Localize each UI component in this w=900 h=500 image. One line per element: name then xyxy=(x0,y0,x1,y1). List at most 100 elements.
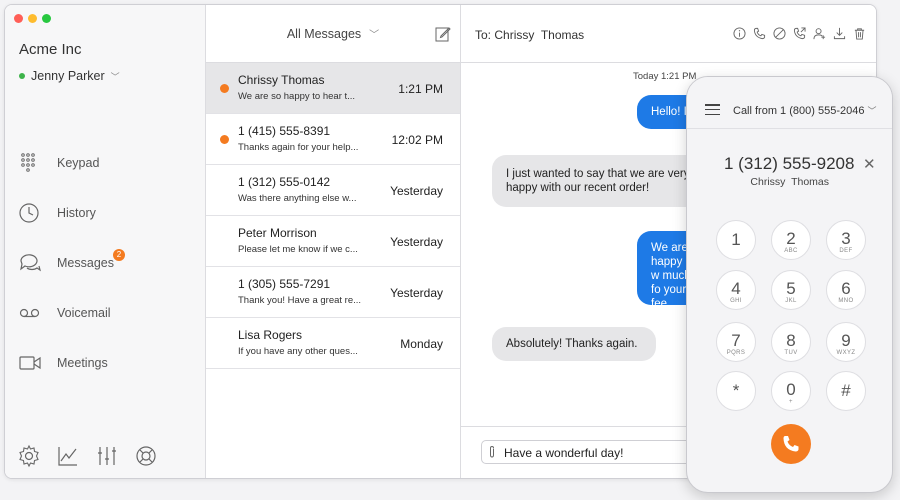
block-icon[interactable] xyxy=(773,27,786,40)
sidebar-item-history[interactable]: History xyxy=(5,193,205,233)
list-item-time: 12:02 PM xyxy=(391,133,443,147)
key-digit: # xyxy=(841,381,851,400)
key-digit: 6 xyxy=(841,279,851,298)
call-button[interactable] xyxy=(771,424,811,464)
call-from-label: Call from 1 (800) 555-2046 xyxy=(733,105,865,117)
filter-label: All Messages xyxy=(286,26,362,41)
add-contact-icon[interactable] xyxy=(813,27,826,40)
settings-icon[interactable] xyxy=(17,444,41,468)
chevron-down-icon: ﹀ xyxy=(867,106,877,116)
key-digit: 4 xyxy=(731,279,741,298)
key-letters: JKL xyxy=(785,298,797,304)
phone-icon xyxy=(783,436,799,452)
incoming-message: Absolutely! Thanks again. xyxy=(492,327,656,361)
key-digit: 1 xyxy=(731,230,741,249)
chevron-down-icon: ﹀ xyxy=(369,30,380,41)
dial-key-8[interactable]: 8 TUV xyxy=(771,322,811,362)
dialer-panel: Call from 1 (800) 555-2046 ﹀ 1 (312) 555… xyxy=(686,76,893,493)
attachment-icon[interactable] xyxy=(487,445,497,459)
video-icon xyxy=(19,356,41,370)
keypad-icon xyxy=(21,153,35,172)
list-item-name: 1 (312) 555-0142 xyxy=(238,175,331,189)
phone-icon[interactable] xyxy=(753,27,766,40)
list-item[interactable]: Lisa Rogers If you have any other ques..… xyxy=(206,318,460,369)
list-item[interactable]: Chrissy Thomas We are so happy to hear t… xyxy=(206,63,460,114)
list-item-name: 1 (305) 555-7291 xyxy=(238,277,331,291)
menu-icon[interactable] xyxy=(705,104,720,118)
dial-key-0[interactable]: 0 + xyxy=(771,371,811,411)
list-item[interactable]: 1 (312) 555-0142 Was there anything else… xyxy=(206,165,460,216)
sidebar: Acme Inc Jenny Parker ﹀ Keypad History M… xyxy=(5,5,206,478)
sidebar-item-voicemail[interactable]: Voicemail xyxy=(5,293,205,333)
trash-icon[interactable] xyxy=(853,27,866,40)
recipient: To: Chrissy Thomas xyxy=(475,28,584,42)
dial-key-7[interactable]: 7 PQRS xyxy=(716,322,756,362)
dial-key-star[interactable]: * xyxy=(716,371,756,411)
key-letters: + xyxy=(789,399,793,405)
dial-key-4[interactable]: 4 GHI xyxy=(716,270,756,310)
dial-key-2[interactable]: 2 ABC xyxy=(771,220,811,260)
call-forward-icon[interactable] xyxy=(793,27,806,40)
list-item-preview: Please let me know if we c... xyxy=(238,244,358,255)
user-status-selector[interactable]: Jenny Parker ﹀ xyxy=(19,69,120,83)
sidebar-item-meetings[interactable]: Meetings xyxy=(5,343,205,383)
list-item-name: Chrissy Thomas xyxy=(238,73,325,87)
equalizer-icon[interactable] xyxy=(95,444,119,468)
window-controls xyxy=(14,14,51,23)
incoming-message: I just wanted to say that we are very ha… xyxy=(492,155,707,207)
list-item-time: Yesterday xyxy=(390,235,443,249)
key-letters: TUV xyxy=(784,350,798,356)
key-letters: WXYZ xyxy=(836,350,856,356)
dial-key-3[interactable]: 3 DEF xyxy=(826,220,866,260)
key-digit: 8 xyxy=(786,331,796,350)
compose-icon[interactable] xyxy=(435,26,451,42)
key-letters: GHI xyxy=(730,298,742,304)
sidebar-item-label: Keypad xyxy=(57,156,100,170)
key-digit: 0 xyxy=(786,380,796,399)
message-filter-dropdown[interactable]: All Messages ﹀ xyxy=(206,5,460,63)
list-item-preview: Thank you! Have a great re... xyxy=(238,295,362,306)
analytics-icon[interactable] xyxy=(56,444,80,468)
user-name: Jenny Parker xyxy=(31,69,105,83)
key-letters: ABC xyxy=(784,248,798,254)
dial-key-hash[interactable]: # xyxy=(826,371,866,411)
dialed-number: 1 (312) 555-9208 xyxy=(724,154,855,173)
list-item-name: 1 (415) 555-8391 xyxy=(238,124,331,138)
key-digit: 5 xyxy=(786,279,796,298)
message-input[interactable]: Have a wonderful day! xyxy=(481,440,721,464)
list-item-time: Yesterday xyxy=(390,286,443,300)
key-digit: 7 xyxy=(731,331,741,350)
list-item-preview: If you have any other ques... xyxy=(238,346,358,357)
key-digit: 3 xyxy=(841,229,851,248)
call-from-selector[interactable]: Call from 1 (800) 555-2046 ﹀ xyxy=(733,104,877,117)
key-letters: PQRS xyxy=(726,350,746,356)
list-item-time: Monday xyxy=(400,337,443,351)
help-icon[interactable] xyxy=(134,444,158,468)
list-item[interactable]: 1 (305) 555-7291 Thank you! Have a great… xyxy=(206,267,460,318)
minimize-window-button[interactable] xyxy=(28,14,37,23)
clear-icon[interactable]: ✕ xyxy=(863,155,876,173)
list-item-preview: We are so happy to hear t... xyxy=(238,91,356,102)
dial-key-6[interactable]: 6 MNO xyxy=(826,270,866,310)
sidebar-item-messages[interactable]: Messages xyxy=(5,243,205,283)
dialer-header: Call from 1 (800) 555-2046 ﹀ xyxy=(687,77,892,129)
chat-icon xyxy=(20,254,41,272)
key-letters: MNO xyxy=(838,298,854,304)
dial-key-5[interactable]: 5 JKL xyxy=(771,270,811,310)
list-item-name: Peter Morrison xyxy=(238,226,317,240)
list-item-name: Lisa Rogers xyxy=(238,328,303,342)
clock-icon xyxy=(19,203,39,223)
list-item[interactable]: 1 (415) 555-8391 Thanks again for your h… xyxy=(206,114,460,165)
close-window-button[interactable] xyxy=(14,14,23,23)
info-icon[interactable] xyxy=(733,27,746,40)
download-icon[interactable] xyxy=(833,27,846,40)
sidebar-item-keypad[interactable]: Keypad xyxy=(5,143,205,183)
dial-key-1[interactable]: 1 xyxy=(716,220,756,260)
unread-dot xyxy=(220,84,229,93)
dial-key-9[interactable]: 9 WXYZ xyxy=(826,322,866,362)
maximize-window-button[interactable] xyxy=(42,14,51,23)
sidebar-item-label: Voicemail xyxy=(57,306,111,320)
list-item-preview: Was there anything else w... xyxy=(238,193,357,204)
list-item[interactable]: Peter Morrison Please let me know if we … xyxy=(206,216,460,267)
chevron-down-icon: ﹀ xyxy=(110,71,120,82)
